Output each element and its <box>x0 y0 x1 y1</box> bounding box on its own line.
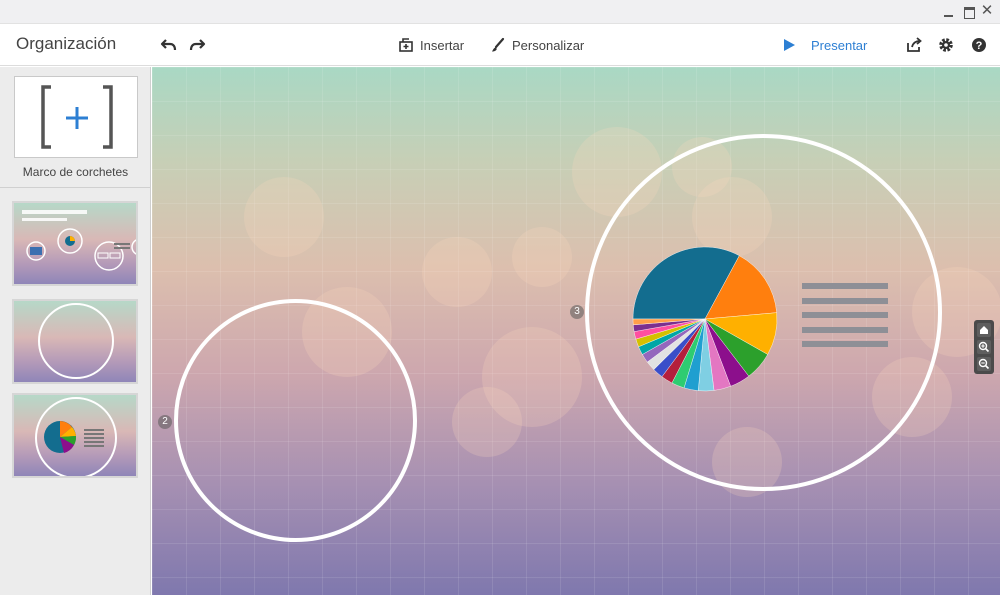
bokeh-light <box>512 227 572 287</box>
present-label: Presentar <box>811 37 868 53</box>
insert-icon <box>399 38 413 52</box>
insert-button[interactable]: Insertar <box>398 34 464 56</box>
text-placeholder-lines[interactable] <box>802 283 888 356</box>
close-icon[interactable]: ✕ <box>980 3 994 18</box>
present-button[interactable]: Presentar <box>781 34 867 56</box>
step-badge-2[interactable]: 2 <box>158 415 172 429</box>
bokeh-light <box>244 177 324 257</box>
step-badge-3[interactable]: 3 <box>570 305 584 319</box>
zoom-controls <box>974 320 994 374</box>
slide-thumbnail-2[interactable] <box>12 299 138 384</box>
bracket-plus-icon <box>41 85 113 149</box>
bokeh-light <box>452 387 522 457</box>
help-icon[interactable]: ? <box>970 36 988 54</box>
slide-sidebar: Marco de corchetes <box>0 67 151 595</box>
text-line <box>802 341 888 347</box>
brush-icon <box>492 37 505 52</box>
bracket-frame-label: Marco de corchetes <box>22 165 129 179</box>
text-line <box>802 283 888 289</box>
zoom-in-icon <box>978 341 990 353</box>
main-toolbar: Organización Insertar Personalizar Prese… <box>0 24 1000 66</box>
customize-label: Personalizar <box>512 37 585 53</box>
gear-icon[interactable] <box>937 36 955 54</box>
presentation-canvas[interactable]: 2 3 <box>152 67 1000 595</box>
text-line <box>802 297 888 304</box>
text-line <box>802 326 888 333</box>
svg-text:?: ? <box>976 40 983 52</box>
bokeh-light <box>422 237 492 307</box>
slide-thumbnail-overview[interactable] <box>12 201 138 286</box>
pie-chart[interactable] <box>632 246 778 392</box>
zoom-out-button[interactable] <box>977 357 991 371</box>
slide-thumbnail-3[interactable] <box>12 393 138 478</box>
sidebar-divider <box>0 187 151 188</box>
insert-label: Insertar <box>420 37 465 53</box>
window-titlebar: ✕ <box>0 0 1000 24</box>
redo-icon[interactable] <box>188 36 206 54</box>
share-icon[interactable] <box>905 36 923 54</box>
minimize-icon[interactable] <box>942 4 956 18</box>
text-line <box>802 312 888 318</box>
presentation-title[interactable]: Organización <box>16 34 116 54</box>
customize-button[interactable]: Personalizar <box>490 34 584 56</box>
play-icon <box>784 39 795 51</box>
home-icon <box>980 326 988 334</box>
maximize-icon[interactable] <box>962 4 976 19</box>
undo-icon[interactable] <box>160 36 178 54</box>
zoom-in-button[interactable] <box>977 340 991 354</box>
home-view-button[interactable] <box>977 323 991 337</box>
zoom-out-icon <box>978 358 990 370</box>
add-bracket-frame-button[interactable] <box>14 76 138 158</box>
circle-frame-2[interactable] <box>174 299 417 542</box>
